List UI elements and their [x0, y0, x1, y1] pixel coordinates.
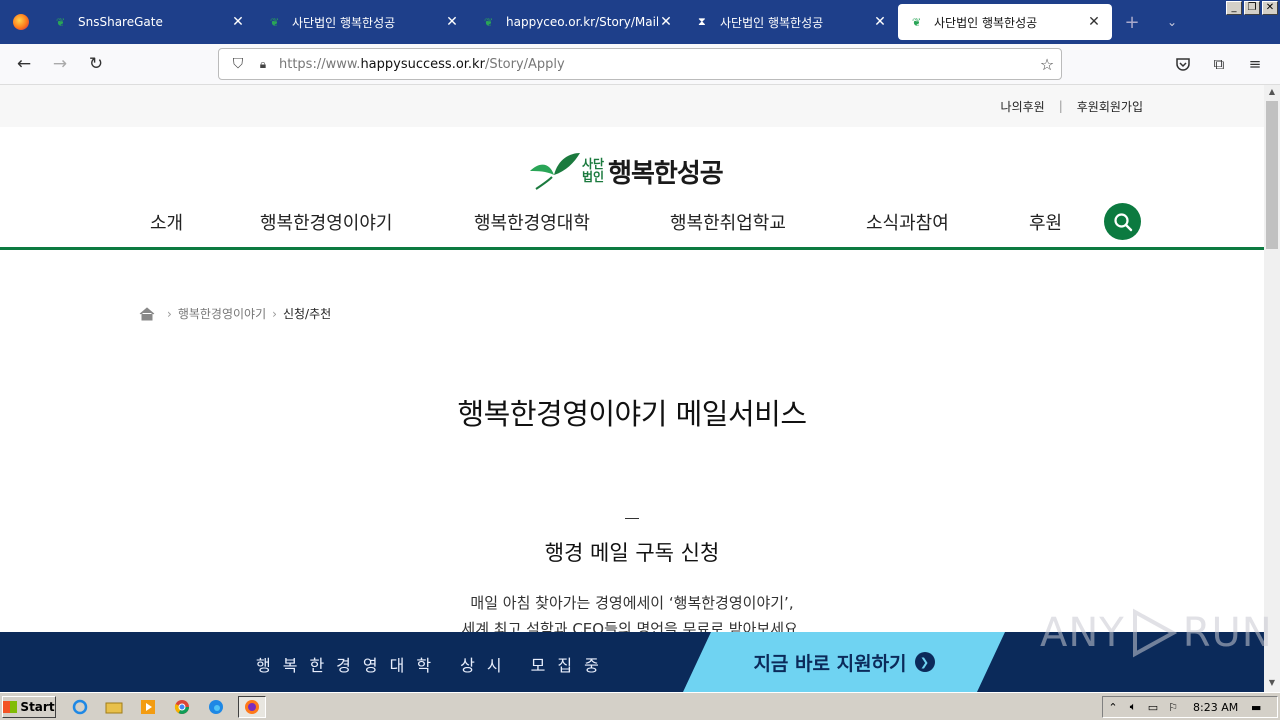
- anyrun-watermark: ANY RUN: [1040, 608, 1273, 658]
- tab-title: happyceo.or.kr/Story/MailView?i: [506, 15, 658, 29]
- donor-signup-link[interactable]: 후원회원가입: [1077, 98, 1143, 115]
- section-title: 행경 메일 구독 신청: [544, 541, 720, 565]
- chrome-icon[interactable]: [170, 697, 194, 717]
- my-donation-link[interactable]: 나의후원: [1001, 98, 1045, 115]
- tab-1[interactable]: ❦ SnsShareGate ✕: [42, 0, 256, 44]
- nav-divider: [0, 247, 1264, 250]
- tab-title: 사단법인 행복한성공: [292, 15, 396, 30]
- logo-name: 행복한성공: [608, 158, 724, 189]
- tab-5-active[interactable]: ❦ 사단법인 행복한성공 ✕: [898, 4, 1112, 40]
- menu-item-job-school[interactable]: 행복한취업학교: [670, 209, 786, 235]
- site-logo[interactable]: 사단 법인 행복한성공: [528, 151, 724, 191]
- restore-icon[interactable]: ❐: [1244, 1, 1260, 15]
- utility-bar: 나의후원 | 후원회원가입: [0, 85, 1264, 127]
- clock[interactable]: 8:23 AM: [1193, 701, 1238, 714]
- close-icon[interactable]: ✕: [872, 14, 888, 30]
- close-icon[interactable]: ✕: [230, 14, 246, 30]
- url-bar[interactable]: ⛉ 🔒︎ https://www.happysuccess.or.kr/Stor…: [218, 48, 1062, 80]
- firefox-taskbar-icon[interactable]: [238, 695, 266, 718]
- breadcrumb-item[interactable]: 행복한경영이야기: [178, 305, 266, 322]
- start-button[interactable]: Start: [2, 695, 56, 718]
- back-arrow-icon[interactable]: ←: [6, 49, 42, 79]
- close-icon[interactable]: ✕: [658, 14, 674, 30]
- tab-list-chevron-icon[interactable]: ⌄: [1152, 0, 1192, 44]
- arrow-right-icon: ❯: [915, 652, 935, 672]
- tab-title: 사단법인 행복한성공: [934, 15, 1038, 30]
- pocket-icon[interactable]: [1168, 50, 1198, 78]
- show-desktop-icon[interactable]: ▬: [1246, 701, 1266, 714]
- search-button[interactable]: [1104, 203, 1141, 240]
- menu-item-story[interactable]: 행복한경영이야기: [260, 209, 392, 235]
- close-icon[interactable]: ✕: [1086, 14, 1102, 30]
- main-navigation: 소개 행복한경영이야기 행복한경영대학 행복한취업학교 소식과참여 후원: [150, 203, 1141, 249]
- apply-now-button[interactable]: 지금 바로 지원하기 ❯: [683, 632, 1005, 692]
- url-text[interactable]: https://www.happysuccess.or.kr/Story/App…: [279, 57, 1033, 72]
- system-tray: ⌃ 🔈︎ ▭ ⚐ 8:23 AM ▬: [1102, 696, 1278, 718]
- windows-logo-icon: [3, 700, 18, 713]
- folder-icon[interactable]: [102, 697, 126, 717]
- minimize-icon[interactable]: _: [1226, 1, 1242, 15]
- ie-icon[interactable]: [68, 697, 92, 717]
- breadcrumb: › 행복한경영이야기 › 신청/추천: [139, 305, 331, 322]
- bookmark-star-icon[interactable]: ☆: [1033, 55, 1061, 74]
- reload-icon[interactable]: ↻: [78, 49, 114, 79]
- window-close-icon[interactable]: ✕: [1262, 1, 1278, 15]
- forward-arrow-icon[interactable]: →: [42, 49, 78, 79]
- browser-nav-bar: ← → ↻ ⛉ 🔒︎ https://www.happysuccess.or.k…: [0, 44, 1280, 85]
- scrollbar-thumb[interactable]: [1266, 101, 1278, 249]
- menu-item-news[interactable]: 소식과참여: [866, 209, 949, 235]
- browser-tab-bar: ❦ SnsShareGate ✕ ❦ 사단법인 행복한성공 ✕ ❦ happyc…: [0, 0, 1280, 44]
- menu-item-college[interactable]: 행복한경영대학: [474, 209, 590, 235]
- tab-title: SnsShareGate: [78, 15, 163, 29]
- scroll-down-icon[interactable]: ▼: [1264, 678, 1280, 692]
- flag-icon[interactable]: ⚐: [1163, 701, 1183, 714]
- leaf-icon: ❦: [56, 15, 66, 29]
- windows-taskbar: Start ⌃ 🔈︎ ▭ ⚐ 8:23 AM ▬: [0, 692, 1280, 720]
- apply-now-label: 지금 바로 지원하기: [753, 652, 907, 675]
- tray-expand-icon[interactable]: ⌃: [1103, 701, 1123, 714]
- shield-icon[interactable]: ⛉: [223, 56, 253, 72]
- banner-promo-text: 행복한경영대학 상시 모집중: [256, 656, 611, 675]
- hourglass-icon: ⧗: [698, 15, 706, 28]
- window-controls: _ ❐ ✕: [1226, 1, 1278, 15]
- leaf-logo-icon: [530, 153, 580, 190]
- leaf-icon: ❦: [912, 15, 922, 29]
- tab-3[interactable]: ❦ happyceo.or.kr/Story/MailView?i ✕: [470, 0, 684, 44]
- new-tab-button[interactable]: +: [1112, 0, 1152, 44]
- util-separator: |: [1058, 99, 1063, 113]
- title-dash: [625, 518, 639, 519]
- media-player-icon[interactable]: [136, 697, 160, 717]
- lock-icon[interactable]: 🔒︎: [253, 57, 273, 72]
- extensions-icon[interactable]: ⧉: [1204, 50, 1234, 78]
- menu-item-intro[interactable]: 소개: [150, 209, 183, 235]
- firefox-menu-icon[interactable]: [0, 0, 42, 44]
- edge-icon[interactable]: [204, 697, 228, 717]
- home-icon[interactable]: [139, 306, 155, 321]
- breadcrumb-current: 신청/추천: [282, 307, 332, 321]
- tab-title: 사단법인 행복한성공: [720, 15, 824, 30]
- chevron-right-icon: ›: [167, 306, 172, 321]
- hamburger-menu-icon[interactable]: ≡: [1240, 50, 1270, 78]
- volume-icon[interactable]: 🔈︎: [1123, 700, 1143, 714]
- tab-4[interactable]: ⧗ 사단법인 행복한성공 ✕: [684, 0, 898, 44]
- web-page: 나의후원 | 후원회원가입 사단 법인 행복한성공 소개 행복한경영이야기 행복…: [0, 85, 1264, 632]
- chevron-right-icon: ›: [272, 306, 277, 321]
- play-icon: [1132, 608, 1177, 658]
- leaf-icon: ❦: [484, 15, 494, 29]
- tab-2[interactable]: ❦ 사단법인 행복한성공 ✕: [256, 0, 470, 44]
- page-title: 행복한경영이야기 메일서비스: [457, 397, 807, 431]
- menu-item-donate[interactable]: 후원: [1029, 209, 1062, 235]
- logo-small-text: 사단 법인: [582, 157, 605, 184]
- close-icon[interactable]: ✕: [444, 14, 460, 30]
- network-icon[interactable]: ▭: [1143, 701, 1163, 714]
- page-scrollbar[interactable]: ▲ ▼: [1264, 85, 1280, 692]
- scroll-up-icon[interactable]: ▲: [1264, 87, 1280, 101]
- leaf-icon: ❦: [270, 15, 280, 29]
- search-icon: [1113, 212, 1132, 231]
